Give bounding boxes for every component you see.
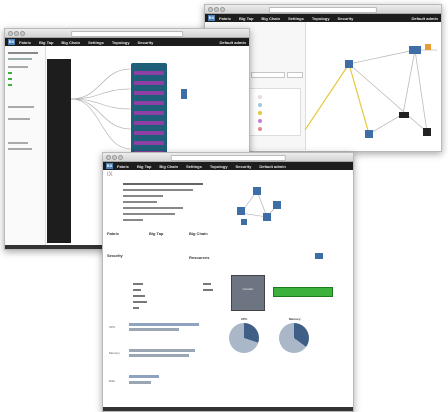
- nav-security[interactable]: Security: [138, 40, 154, 45]
- nav-fabric[interactable]: Fabric: [219, 16, 231, 21]
- window-controls[interactable]: [8, 31, 26, 37]
- section-security: Security: [107, 253, 123, 258]
- top-nav: BX Fabric Big Tap Big Chain Settings Top…: [205, 14, 441, 22]
- interface-legend-icon: [258, 111, 262, 115]
- status-dot-icon: [8, 84, 12, 86]
- cpu-pie-chart: [229, 323, 259, 353]
- cpu-chart-title: CPU: [241, 317, 248, 321]
- switch-node[interactable]: [365, 130, 373, 138]
- chain-list[interactable]: [47, 59, 71, 243]
- switch-node[interactable]: [423, 128, 431, 136]
- section-big-chain: Big Chain: [189, 231, 208, 236]
- nav-big-tap[interactable]: Big Tap: [39, 40, 53, 45]
- interface-legend-icon: [258, 119, 262, 123]
- sidebar-line: [8, 58, 32, 60]
- chain-service-node[interactable]: [134, 141, 164, 145]
- chain-service-node[interactable]: [134, 71, 164, 75]
- chain-service-node[interactable]: [134, 91, 164, 95]
- logo-icon[interactable]: BX: [208, 15, 215, 21]
- chain-sidebar: [5, 46, 46, 245]
- controller-image: Controller: [231, 275, 265, 311]
- memory-row-label: Memory: [109, 351, 120, 355]
- status-bar: [103, 407, 353, 411]
- nav-big-chain[interactable]: Big Chain: [61, 40, 80, 45]
- nav-big-chain[interactable]: Big Chain: [261, 16, 280, 21]
- sidebar-line: [8, 118, 30, 120]
- nav-big-chain[interactable]: Big Chain: [159, 164, 178, 169]
- sidebar-line: [8, 66, 28, 68]
- cpu-row-label: CPU: [109, 325, 116, 329]
- cpu-bar-2: [129, 328, 179, 331]
- interface-legend-icon: [258, 127, 262, 131]
- sidebar-line: [8, 106, 34, 108]
- chain-service-node[interactable]: [134, 131, 164, 135]
- address-bar[interactable]: [71, 30, 183, 37]
- top-nav: BX Fabric Big Tap Big Chain Settings Top…: [103, 162, 353, 170]
- chain-service-node[interactable]: [134, 111, 164, 115]
- address-bar[interactable]: [268, 6, 378, 13]
- address-bar[interactable]: [170, 154, 286, 161]
- mini-topology[interactable]: [231, 183, 291, 229]
- switch-node[interactable]: [345, 60, 353, 68]
- user-menu[interactable]: Default admin: [412, 16, 438, 21]
- interface-legend-icon: [258, 95, 262, 99]
- nav-topology[interactable]: Topology: [210, 164, 228, 169]
- controller-info: [107, 181, 219, 229]
- topology-graph[interactable]: [305, 22, 441, 150]
- interface-legend-icon: [258, 103, 262, 107]
- browser-chrome: [5, 29, 249, 38]
- chain-service-node[interactable]: [134, 121, 164, 125]
- nav-settings[interactable]: Settings: [186, 164, 202, 169]
- port-status-strip[interactable]: [273, 287, 333, 297]
- chain-service-node[interactable]: [134, 81, 164, 85]
- switch-node[interactable]: [399, 112, 409, 118]
- nav-topology[interactable]: Topology: [312, 16, 330, 21]
- endpoint-node[interactable]: [181, 89, 187, 99]
- page-title: IX: [107, 172, 113, 178]
- memory-bar: [129, 349, 195, 352]
- logo-icon[interactable]: BX: [106, 163, 113, 169]
- nav-security[interactable]: Security: [338, 16, 354, 21]
- disk-row-label: Disk: [109, 379, 115, 383]
- memory-bar-2: [129, 354, 189, 357]
- dashboard-window: BX Fabric Big Tap Big Chain Settings Top…: [102, 152, 354, 412]
- nav-settings[interactable]: Settings: [88, 40, 104, 45]
- controller-node[interactable]: [315, 253, 323, 259]
- sidebar-line: [8, 52, 38, 54]
- nav-security[interactable]: Security: [236, 164, 252, 169]
- memory-pie-chart: [279, 323, 309, 353]
- section-big-tap: Big Tap: [149, 231, 164, 236]
- nav-topology[interactable]: Topology: [112, 40, 130, 45]
- window-controls[interactable]: [208, 7, 226, 13]
- browser-chrome: [103, 153, 353, 162]
- nav-fabric[interactable]: Fabric: [117, 164, 129, 169]
- status-dot-icon: [8, 72, 12, 74]
- nav-big-tap[interactable]: Big Tap: [137, 164, 151, 169]
- sidebar-line: [8, 142, 28, 144]
- disk-bar: [129, 375, 159, 378]
- window-controls[interactable]: [106, 155, 124, 161]
- cpu-bar: [129, 323, 199, 326]
- sidebar-line: [8, 148, 32, 150]
- top-nav: BX Fabric Big Tap Big Chain Settings Top…: [5, 38, 249, 46]
- layout-select-3[interactable]: [287, 72, 303, 78]
- interface-bars: [107, 279, 227, 315]
- status-dot-icon: [8, 78, 12, 80]
- section-fabric: Fabric: [107, 231, 120, 236]
- nav-fabric[interactable]: Fabric: [19, 40, 31, 45]
- nav-settings[interactable]: Settings: [288, 16, 304, 21]
- disk-bar-2: [129, 381, 151, 384]
- user-menu[interactable]: Default admin: [220, 40, 246, 45]
- user-menu[interactable]: Default admin: [259, 164, 285, 169]
- section-resources: Resources: [189, 255, 210, 260]
- browser-chrome: [205, 5, 441, 14]
- controller-label: Controller: [242, 288, 254, 291]
- host-node[interactable]: [425, 44, 431, 50]
- switch-node[interactable]: [409, 46, 421, 54]
- logo-icon[interactable]: BX: [8, 39, 15, 45]
- nav-big-tap[interactable]: Big Tap: [239, 16, 253, 21]
- chain-service-node[interactable]: [134, 101, 164, 105]
- layout-select-2[interactable]: [251, 72, 285, 78]
- memory-chart-title: Memory: [289, 317, 301, 321]
